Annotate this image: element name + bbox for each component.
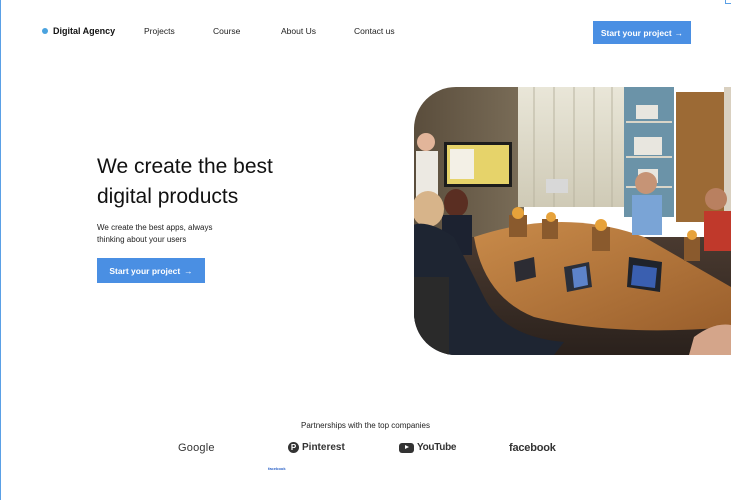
start-project-button-hero[interactable]: Start your project → <box>97 258 205 283</box>
hero-subtitle: We create the best apps, always thinking… <box>97 222 257 246</box>
nav-link-course[interactable]: Course <box>213 26 240 36</box>
arrow-right-icon: → <box>674 27 684 38</box>
hero-subtitle-line-1: We create the best apps, always <box>97 223 213 232</box>
nav-link-projects[interactable]: Projects <box>144 26 175 36</box>
brand-dot-icon <box>42 28 48 34</box>
start-project-label: Start your project <box>109 265 181 276</box>
top-navigation: Digital Agency Projects Course About Us … <box>0 0 731 64</box>
hero-title-line-1: We create the best <box>97 155 273 178</box>
brand-name: Digital Agency <box>53 26 116 36</box>
brand-logo[interactable]: Digital Agency <box>42 26 115 36</box>
hero-title-line-2: digital products <box>97 185 239 208</box>
partner-logo-youtube: YouTube <box>399 442 457 453</box>
pinterest-icon: P <box>288 442 299 453</box>
youtube-play-icon <box>399 442 414 453</box>
partner-logo-pinterest: P Pinterest <box>288 442 345 453</box>
hero-subtitle-line-2: thinking about your users <box>97 235 187 244</box>
start-project-label: Start your project <box>600 27 672 38</box>
start-project-button-header[interactable]: Start your project → <box>593 21 691 44</box>
facebook-logo-text: facebook <box>509 442 556 454</box>
partners-title: Partnerships with the top companies <box>301 421 430 430</box>
arrow-right-icon: → <box>184 265 193 276</box>
google-logo-text: Google <box>178 442 215 454</box>
nav-link-contact-us[interactable]: Contact us <box>354 26 395 36</box>
small-facebook-logo: facebook <box>268 466 286 471</box>
nav-link-about-us[interactable]: About Us <box>281 26 316 36</box>
meeting-photo-illustration <box>414 87 731 355</box>
partner-logo-facebook: facebook <box>509 442 556 454</box>
youtube-logo-text: YouTube <box>417 442 457 453</box>
hero-title: We create the best digital products <box>97 152 337 212</box>
partner-logo-google: Google <box>178 442 215 454</box>
hero-image-meeting-room <box>414 87 731 355</box>
pinterest-logo-text: Pinterest <box>302 442 345 453</box>
